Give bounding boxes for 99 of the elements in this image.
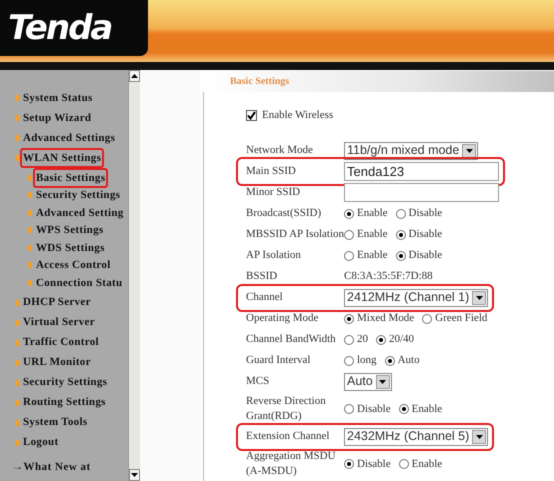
bullet-icon: [15, 420, 19, 426]
bullet-icon: [28, 174, 32, 181]
option-label: 20/40: [389, 332, 414, 348]
field-label: AP Isolation: [246, 248, 302, 263]
nav-link[interactable]: System Tools: [20, 412, 90, 433]
nav-link[interactable]: Virtual Server: [20, 312, 98, 333]
bullet-icon: [28, 280, 32, 286]
field-label: Operating Mode: [246, 311, 320, 326]
whats-new-link[interactable]: →What New at: [12, 458, 91, 475]
bullet-icon: [15, 95, 19, 101]
nav-link[interactable]: Setup Wizard: [20, 108, 94, 128]
field-label: Reverse Direction Grant(RDG): [246, 394, 327, 424]
bullet-icon: [15, 115, 19, 121]
scroll-down-icon[interactable]: [129, 469, 140, 481]
radio-button[interactable]: [398, 404, 409, 414]
bullet-icon: [28, 244, 32, 251]
field-label: Broadcast(SSID): [246, 206, 322, 221]
bullet-icon: [15, 400, 19, 406]
field-label: Guard Interval: [246, 353, 312, 368]
radio-button[interactable]: [422, 314, 432, 324]
nav-link[interactable]: System Status: [20, 88, 96, 108]
scroll-up-icon[interactable]: [129, 70, 140, 82]
radio-button[interactable]: [344, 250, 354, 260]
field-label: Minor SSID: [246, 185, 302, 200]
radio-button[interactable]: [376, 334, 386, 344]
bullet-icon: [15, 340, 19, 346]
option-label: Enable: [357, 227, 388, 242]
bullet-icon: [15, 155, 19, 161]
bullet-icon: [28, 227, 32, 234]
bullet-icon: [15, 380, 19, 386]
option-label: Green Field: [435, 311, 488, 326]
field-label: BSSID: [246, 269, 278, 284]
radio-button[interactable]: [398, 459, 409, 469]
checkbox[interactable]: [246, 110, 257, 120]
bullet-icon: [15, 440, 19, 446]
nav-link[interactable]: Access Control: [33, 255, 114, 276]
option-label: Disable: [408, 206, 442, 222]
nav-link[interactable]: Advanced Setting: [33, 202, 127, 223]
radio-button[interactable]: [344, 404, 354, 414]
nav-link[interactable]: Logout: [20, 432, 62, 453]
option-label: Disable: [408, 227, 442, 242]
bssid-value: C8:3A:35:5F:7D:88: [344, 269, 433, 284]
logo: Tenda: [8, 6, 112, 50]
option-label: Enable: [357, 248, 388, 264]
nav-link[interactable]: Advanced Settings: [20, 128, 118, 148]
bullet-icon: [28, 210, 32, 216]
dropdown[interactable]: 2432MHz (Channel 5): [344, 428, 488, 446]
radio-button[interactable]: [344, 459, 354, 469]
dropdown[interactable]: Auto: [344, 372, 392, 390]
field-label: MBSSID AP Isolation: [246, 227, 344, 242]
text-field[interactable]: Tenda123: [344, 162, 499, 181]
nav-link[interactable]: WPS Settings: [33, 220, 106, 240]
radio-button[interactable]: [344, 230, 354, 240]
nav-link[interactable]: DHCP Server: [20, 292, 94, 313]
checkbox-label: Enable Wireless: [262, 108, 334, 123]
radio-button[interactable]: [396, 208, 406, 218]
field-label: Channel: [246, 290, 284, 305]
field-label: Channel BandWidth: [246, 332, 337, 347]
radio-button[interactable]: [344, 314, 354, 324]
nav-link[interactable]: Security Settings: [20, 372, 110, 393]
nav-link[interactable]: WDS Settings: [33, 238, 108, 258]
option-label: Enable: [412, 402, 442, 417]
field-label: MCS: [246, 374, 270, 389]
bullet-icon: [15, 135, 19, 141]
option-label: Auto: [398, 353, 420, 368]
option-label: Disable: [357, 456, 391, 472]
nav-link[interactable]: Traffic Control: [20, 332, 102, 353]
option-label: Enable: [357, 206, 388, 222]
field-label: Main SSID: [246, 164, 297, 179]
radio-button[interactable]: [384, 356, 395, 366]
nav-link[interactable]: URL Monitor: [20, 352, 94, 373]
bullet-icon: [15, 320, 19, 326]
nav-link[interactable]: Basic Settings: [33, 168, 108, 188]
scrollbar[interactable]: [128, 70, 140, 481]
nav-link[interactable]: Routing Settings: [20, 392, 109, 413]
radio-button[interactable]: [396, 250, 406, 260]
dropdown[interactable]: 2412MHz (Channel 1): [344, 288, 488, 306]
field-label: Network Mode: [246, 143, 314, 158]
radio-button[interactable]: [396, 230, 406, 240]
option-label: 20: [357, 332, 368, 348]
option-label: Disable: [408, 248, 442, 264]
section-title: Basic Settings: [230, 75, 290, 89]
option-label: Enable: [412, 456, 442, 472]
nav-link[interactable]: Security Settings: [33, 185, 124, 206]
bullet-icon: [28, 262, 32, 268]
field-label: Aggregation MSDU (A-MSDU): [246, 449, 337, 479]
nav-link[interactable]: Connection Statu: [33, 272, 126, 293]
radio-button[interactable]: [344, 208, 354, 218]
nav-link[interactable]: WLAN Settings: [20, 148, 104, 168]
option-label: Mixed Mode: [357, 311, 414, 326]
radio-button[interactable]: [344, 356, 354, 366]
option-label: Disable: [357, 402, 391, 417]
bullet-icon: [28, 192, 32, 198]
bullet-icon: [15, 360, 19, 366]
field-label: Extension Channel: [246, 429, 330, 444]
text-field[interactable]: [344, 183, 499, 202]
option-label: long: [357, 353, 377, 368]
bullet-icon: [15, 300, 19, 306]
radio-button[interactable]: [344, 334, 354, 344]
